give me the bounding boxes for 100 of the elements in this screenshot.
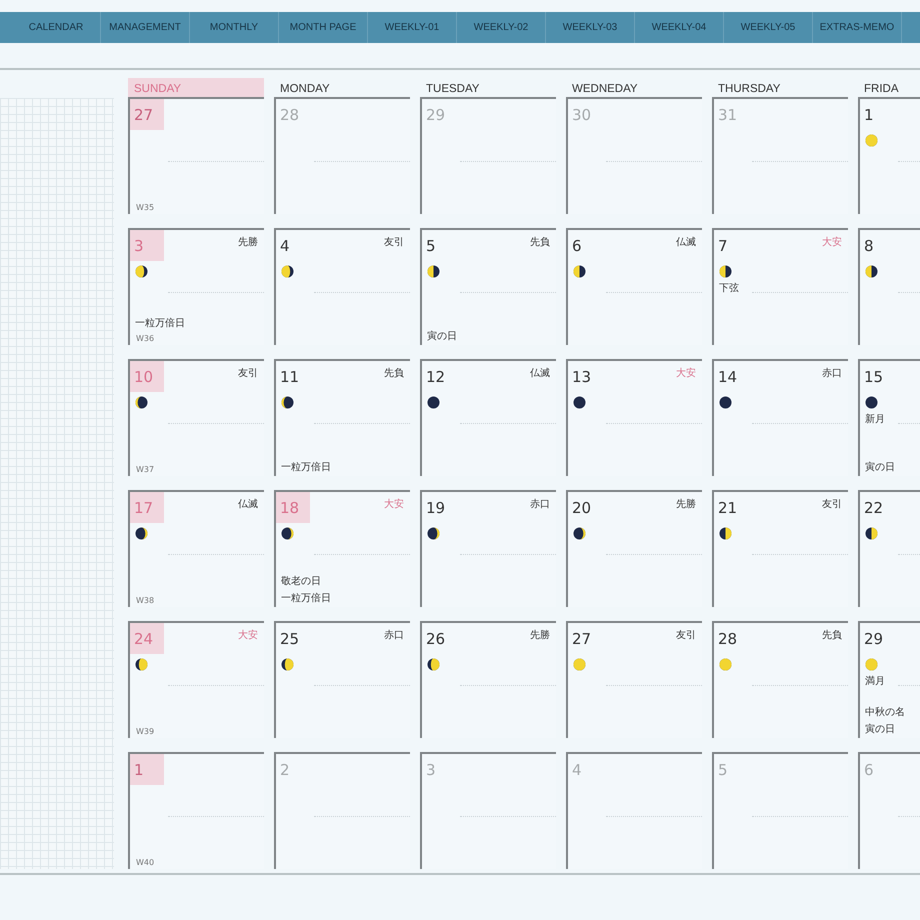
weekday-label: TUESDAY xyxy=(425,82,480,97)
rokuyo-label: 先勝 xyxy=(530,628,551,642)
rokuyo-label: 大安 xyxy=(676,366,697,380)
tab[interactable]: WEEKLY-01 xyxy=(368,12,457,43)
rokuyo-label: 仏滅 xyxy=(676,236,697,249)
tab[interactable]: MONTH PAGE xyxy=(279,12,368,43)
day-number: 4 xyxy=(279,236,291,257)
day-number: 19 xyxy=(425,498,446,519)
week-number: W35 xyxy=(136,203,154,212)
tab[interactable]: MANAGEMENT xyxy=(101,12,190,43)
tab[interactable]: WEEKLY-03 xyxy=(546,12,635,43)
rokuyo-label: 友引 xyxy=(822,498,843,511)
day-number: 14 xyxy=(717,367,738,388)
moon-phase-label: 新月 xyxy=(865,412,885,426)
week-number: W36 xyxy=(136,334,154,343)
day-cell[interactable]: 6 仏滅 xyxy=(566,228,702,345)
day-number: 15 xyxy=(863,367,884,388)
day-cell[interactable]: 20 先勝 xyxy=(566,490,702,607)
rokuyo-label: 先負 xyxy=(384,366,405,380)
day-number: 11 xyxy=(279,367,300,388)
week-number: W40 xyxy=(136,858,154,867)
day-cell[interactable]: 26 先勝 xyxy=(420,621,556,738)
day-number: 8 xyxy=(863,236,875,257)
weekday-label: WEDNEDAY xyxy=(571,82,639,97)
day-cell[interactable]: 13 大安 xyxy=(566,359,702,476)
weekday-label: THURSDAY xyxy=(717,82,782,97)
day-cell[interactable]: 12 仏滅 xyxy=(420,359,556,476)
day-number: 3 xyxy=(425,760,437,781)
day-number: 13 xyxy=(571,367,592,388)
day-number: 26 xyxy=(425,629,446,650)
day-cell[interactable]: 14 赤口 xyxy=(712,359,848,476)
day-cell[interactable]: 4 友引 xyxy=(274,228,410,345)
tab[interactable]: WEEKLY-04 xyxy=(635,12,724,43)
day-number: 2 xyxy=(279,760,291,781)
event-label: 一粒万倍日 xyxy=(135,316,185,330)
day-cell[interactable]: 21 友引 xyxy=(712,490,848,607)
event-label: 寅の日 xyxy=(865,460,895,474)
day-number: 6 xyxy=(863,760,875,781)
weekday-label: FRIDA xyxy=(863,82,900,97)
day-number: 29 xyxy=(425,105,446,126)
day-cell[interactable]: 8 xyxy=(858,228,920,345)
event-label: 中秋の名 xyxy=(865,706,905,719)
day-cell[interactable]: 1 xyxy=(858,97,920,214)
day-number: 20 xyxy=(571,498,592,519)
rokuyo-label: 先勝 xyxy=(676,498,697,511)
day-cell[interactable]: 11 先負 一粒万倍日 xyxy=(274,359,410,476)
moon-phase-label: 満月 xyxy=(865,674,885,688)
tab[interactable]: EXTRAS-MEMO xyxy=(813,12,902,43)
day-cell[interactable]: 1 W40 xyxy=(128,752,264,869)
day-cell[interactable]: 17 仏滅 W38 xyxy=(128,490,264,607)
day-number: 29 xyxy=(863,629,884,650)
tab[interactable]: WEEKLY-02 xyxy=(457,12,546,43)
day-cell[interactable]: 24 大安 W39 xyxy=(128,621,264,738)
day-cell[interactable]: 29 満月 中秋の名 寅の日 xyxy=(858,621,920,738)
rokuyo-label: 友引 xyxy=(238,367,259,380)
tab[interactable]: MONTHLY xyxy=(190,12,279,43)
day-number: 27 xyxy=(571,629,592,650)
day-cell[interactable]: 28 先負 xyxy=(712,621,848,738)
day-cell[interactable]: 19 赤口 xyxy=(420,490,556,607)
rokuyo-label: 仏滅 xyxy=(530,366,551,380)
day-cell[interactable]: 5 先負 寅の日 xyxy=(420,228,556,345)
day-number: 27 xyxy=(130,99,164,130)
day-cell[interactable]: 3 先勝 一粒万倍日 W36 xyxy=(128,228,264,345)
rokuyo-label: 先負 xyxy=(530,236,551,249)
day-number: 5 xyxy=(717,760,729,781)
day-cell[interactable]: 10 友引 W37 xyxy=(128,359,264,476)
rokuyo-label: 赤口 xyxy=(530,498,551,511)
day-number: 3 xyxy=(130,230,164,261)
day-number: 18 xyxy=(276,492,310,523)
weekday-label: SUNDAY xyxy=(128,78,264,97)
week-number: W37 xyxy=(136,465,154,474)
rokuyo-label: 友引 xyxy=(384,236,405,249)
day-number: 7 xyxy=(717,236,729,257)
day-number: 25 xyxy=(279,629,300,650)
day-number: 30 xyxy=(571,105,592,126)
rokuyo-label: 赤口 xyxy=(384,628,405,642)
day-number: 1 xyxy=(130,754,164,785)
event-label: 寅の日 xyxy=(427,330,457,343)
day-cell[interactable]: 15 新月 寅の日 xyxy=(858,359,920,476)
rokuyo-label: 先負 xyxy=(822,628,843,642)
day-cell[interactable]: 27 W35 xyxy=(128,97,264,214)
day-cell[interactable]: 27 友引 xyxy=(566,621,702,738)
rokuyo-label: 大安 xyxy=(384,498,405,511)
day-cell[interactable]: 25 赤口 xyxy=(274,621,410,738)
tab[interactable]: CALENDAR xyxy=(12,12,101,43)
weekday-label: MONDAY xyxy=(279,82,331,97)
tab[interactable]: WEEKLY-05 xyxy=(724,12,813,43)
rokuyo-label: 先勝 xyxy=(238,236,259,249)
event-label: 一粒万倍日 xyxy=(281,592,331,605)
event-label: 寅の日 xyxy=(865,722,895,736)
rokuyo-label: 大安 xyxy=(238,628,259,642)
moon-phase-label: 下弦 xyxy=(719,282,739,295)
day-number: 4 xyxy=(571,760,583,781)
day-number: 22 xyxy=(863,498,884,519)
day-number: 1 xyxy=(863,105,875,126)
week-number: W39 xyxy=(136,727,154,736)
day-number: 31 xyxy=(717,105,738,126)
day-cell[interactable]: 22 xyxy=(858,490,920,607)
day-cell[interactable]: 7 大安 下弦 xyxy=(712,228,848,345)
day-cell[interactable]: 18 大安 敬老の日 一粒万倍日 xyxy=(274,490,410,607)
